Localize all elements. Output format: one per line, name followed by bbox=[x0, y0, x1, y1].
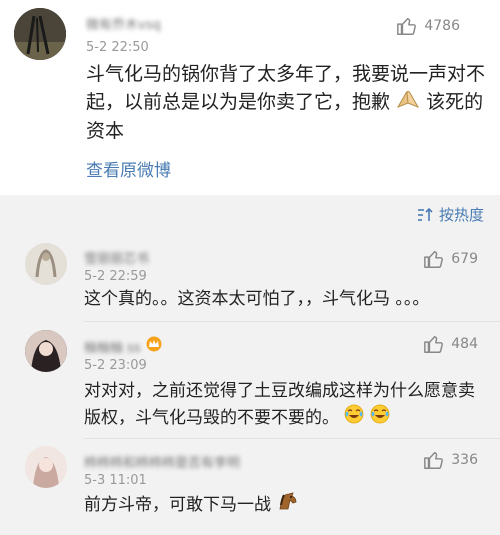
view-original-link[interactable]: 查看原微博 bbox=[86, 156, 171, 181]
thumbs-up-icon bbox=[424, 335, 444, 353]
thumbs-up-icon bbox=[424, 250, 444, 268]
vip-crown-badge bbox=[145, 336, 163, 356]
main-post-avatar[interactable] bbox=[14, 8, 66, 60]
comment-time: 5-3 11:01 bbox=[84, 473, 147, 488]
laughing-tears-emoji bbox=[370, 404, 390, 432]
comment-avatar[interactable] bbox=[25, 446, 67, 488]
laughing-tears-emoji bbox=[344, 404, 364, 432]
comment-time: 5-2 22:59 bbox=[84, 269, 147, 284]
main-post: 微有乔木vsq 5-2 22:50 4786 斗气化马的锅你背了太多年了，我要说… bbox=[0, 0, 500, 195]
comment-username[interactable]: 雪丽丽芯书 bbox=[84, 248, 149, 267]
sort-by-hot-button[interactable]: 按热度 bbox=[417, 204, 484, 225]
comment-text: 前方斗帝，可敢下马一战 bbox=[84, 491, 484, 519]
main-post-time: 5-2 22:50 bbox=[86, 40, 149, 55]
comment-avatar[interactable] bbox=[25, 243, 67, 285]
sort-icon bbox=[417, 207, 433, 221]
comment-avatar[interactable] bbox=[25, 330, 67, 372]
main-post-username[interactable]: 微有乔木vsq bbox=[86, 14, 161, 33]
comment-username[interactable]: 柚柚柚 ss bbox=[84, 337, 141, 356]
comment-like-button[interactable]: 679 bbox=[423, 248, 478, 270]
praying-hands-emoji bbox=[396, 89, 420, 117]
comment-divider bbox=[84, 438, 500, 439]
comment-text: 对对对，之前还觉得了土豆改编成这样为什么愿意卖版权，斗气化马毁的不要不要的。 bbox=[84, 378, 484, 432]
main-post-text: 斗气化马的锅你背了太多年了，我要说一声对不起，以前总是以为是你卖了它，抱歉 该死… bbox=[86, 60, 486, 145]
sort-label: 按热度 bbox=[438, 206, 484, 224]
comment-like-count: 484 bbox=[451, 336, 478, 352]
thumbs-up-icon bbox=[424, 451, 444, 469]
comment-like-button[interactable]: 336 bbox=[423, 449, 478, 471]
comment-like-button[interactable]: 484 bbox=[423, 333, 478, 355]
main-post-like-count: 4786 bbox=[424, 18, 460, 34]
comment-username[interactable]: 柿柿柿和柿柿柿是否有李明 bbox=[84, 452, 240, 471]
comment-like-count: 336 bbox=[451, 452, 478, 468]
comment-text: 这个真的。。这资本太可怕了，，斗气化马 。。。 bbox=[84, 289, 430, 309]
comment-like-count: 679 bbox=[451, 251, 478, 267]
thumbs-up-icon bbox=[397, 17, 417, 35]
comment-text-part1: 前方斗帝，可敢下马一战 bbox=[84, 495, 271, 515]
horse-emoji bbox=[276, 491, 298, 519]
main-post-like-button[interactable]: 4786 bbox=[396, 15, 460, 37]
comment-time: 5-2 23:09 bbox=[84, 358, 147, 373]
comment-divider bbox=[84, 321, 500, 322]
comment-text-part1: 对对对，之前还觉得了土豆改编成这样为什么愿意卖版权，斗气化马毁的不要不要的。 bbox=[84, 381, 475, 428]
